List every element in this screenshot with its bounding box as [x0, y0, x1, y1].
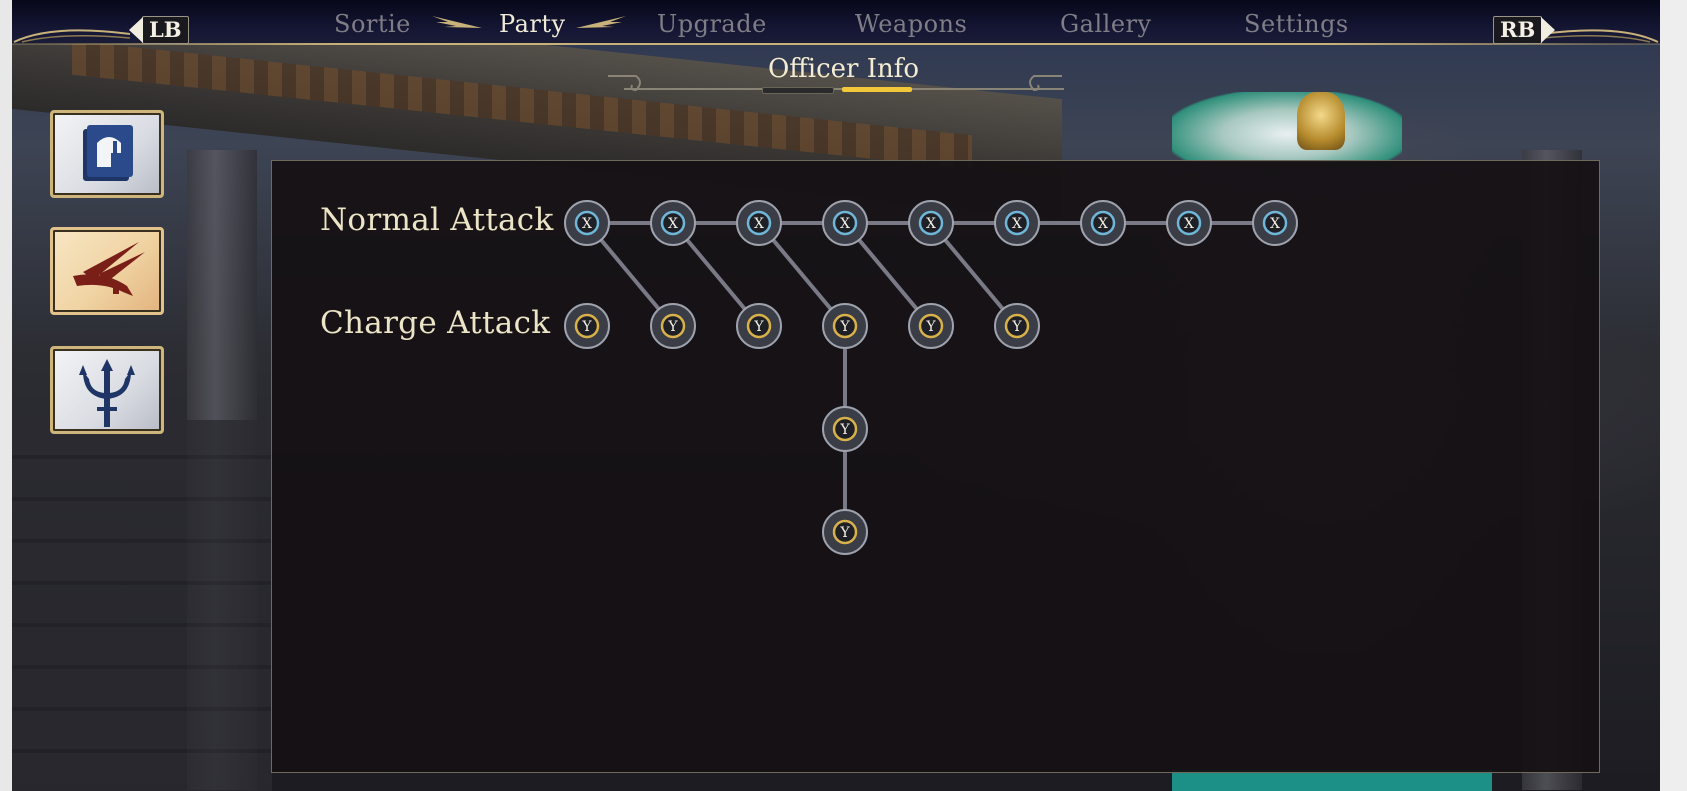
- normal-attack-node[interactable]: X: [994, 200, 1040, 246]
- node-letter: Y: [753, 319, 764, 335]
- charge-attack-node[interactable]: Y: [822, 303, 868, 349]
- charge-attack-node[interactable]: Y: [650, 303, 696, 349]
- node-letter: X: [668, 216, 678, 232]
- node-letter: X: [1012, 216, 1022, 232]
- node-letter: Y: [1011, 319, 1022, 335]
- node-letter: X: [840, 216, 850, 232]
- node-letter: Y: [839, 422, 850, 438]
- node-letter: X: [1270, 216, 1280, 232]
- node-letter: X: [1184, 216, 1194, 232]
- node-letter: Y: [839, 525, 850, 541]
- normal-attack-node[interactable]: X: [1080, 200, 1126, 246]
- normal-attack-node[interactable]: X: [1166, 200, 1212, 246]
- combo-tree: X X X X X X X X X Y Y Y Y Y Y Y Y: [564, 200, 1298, 555]
- node-letter: X: [926, 216, 936, 232]
- charge-attack-node[interactable]: Y: [736, 303, 782, 349]
- normal-attack-node[interactable]: X: [736, 200, 782, 246]
- normal-attack-node[interactable]: X: [1252, 200, 1298, 246]
- charge-attack-node[interactable]: Y: [822, 406, 868, 452]
- normal-attack-node[interactable]: X: [822, 200, 868, 246]
- node-letter: Y: [925, 319, 936, 335]
- node-letter: X: [1098, 216, 1108, 232]
- node-letter: Y: [667, 319, 678, 335]
- normal-attack-node[interactable]: X: [650, 200, 696, 246]
- node-letter: X: [582, 216, 592, 232]
- charge-attack-node[interactable]: Y: [908, 303, 954, 349]
- node-letter: X: [754, 216, 764, 232]
- charge-attack-node[interactable]: Y: [564, 303, 610, 349]
- node-letter: Y: [839, 319, 850, 335]
- normal-attack-node[interactable]: X: [908, 200, 954, 246]
- charge-attack-node[interactable]: Y: [994, 303, 1040, 349]
- charge-attack-node[interactable]: Y: [822, 509, 868, 555]
- normal-attack-node[interactable]: X: [564, 200, 610, 246]
- node-letter: Y: [581, 319, 592, 335]
